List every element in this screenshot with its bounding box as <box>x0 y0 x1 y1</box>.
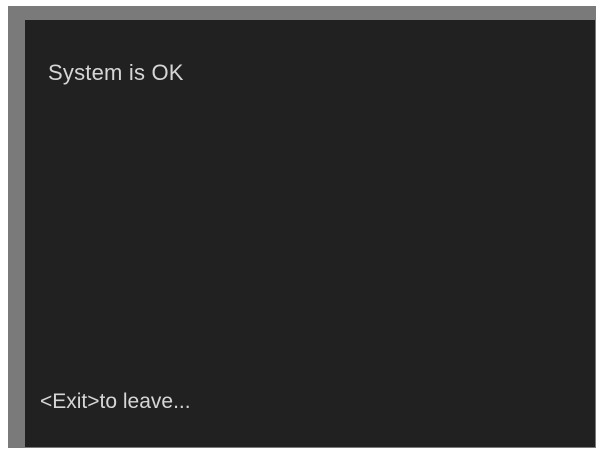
device-frame: System is OK <Exit>to leave... <box>8 6 596 448</box>
exit-hint-text: <Exit>to leave... <box>40 390 191 413</box>
display-screen: System is OK <Exit>to leave... <box>25 20 595 447</box>
system-status-message: System is OK <box>48 60 184 85</box>
